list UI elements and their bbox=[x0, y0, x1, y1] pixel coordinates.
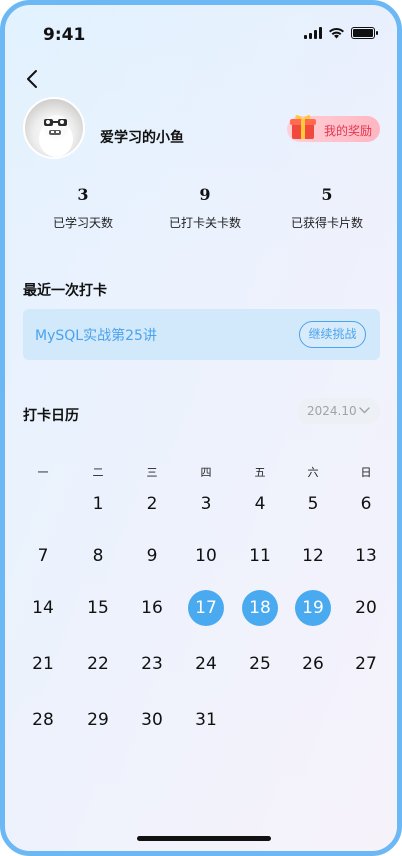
weekday-label: 二 bbox=[92, 466, 104, 479]
calendar-day[interactable]: 27 bbox=[348, 646, 384, 682]
calendar-day[interactable]: 25 bbox=[242, 646, 278, 682]
wifi-icon bbox=[329, 27, 344, 39]
weekday-label: 三 bbox=[146, 466, 158, 479]
calendar-day[interactable]: 19 bbox=[295, 590, 331, 626]
calendar-day[interactable]: 13 bbox=[348, 538, 384, 574]
weekday-label: 日 bbox=[360, 466, 372, 479]
last-checkin-card[interactable]: MySQL实战第25讲 继续挑战 bbox=[23, 309, 380, 360]
stat-value: 5 bbox=[321, 185, 333, 204]
nickname: 爱学习的小鱼 bbox=[100, 130, 184, 146]
status-time: 9:41 bbox=[43, 25, 86, 45]
calendar-day[interactable]: 28 bbox=[25, 702, 61, 738]
calendar-day[interactable]: 7 bbox=[25, 538, 61, 574]
weekday-label: 五 bbox=[254, 466, 266, 479]
chevron-down-icon bbox=[359, 407, 370, 414]
calendar-day[interactable]: 11 bbox=[242, 538, 278, 574]
calendar-day[interactable]: 8 bbox=[80, 538, 116, 574]
calendar-day[interactable]: 6 bbox=[348, 486, 384, 522]
calendar-day[interactable]: 24 bbox=[188, 646, 224, 682]
last-checkin-course: MySQL实战第25讲 bbox=[35, 328, 157, 344]
my-rewards-button[interactable]: 我的奖励 bbox=[287, 115, 380, 142]
duck-avatar-icon bbox=[39, 115, 73, 157]
home-indicator bbox=[137, 836, 271, 841]
calendar-day[interactable]: 1 bbox=[80, 486, 116, 522]
stat-label: 已打卡关卡数 bbox=[168, 216, 241, 230]
my-rewards-label: 我的奖励 bbox=[324, 124, 373, 138]
calendar-day[interactable]: 9 bbox=[134, 538, 170, 574]
calendar-day[interactable]: 4 bbox=[242, 486, 278, 522]
gift-icon bbox=[290, 115, 316, 139]
calendar-day[interactable]: 14 bbox=[25, 590, 61, 626]
stat-label: 已学习天数 bbox=[52, 216, 113, 230]
calendar-day[interactable]: 2 bbox=[134, 486, 170, 522]
month-value: 2024.10 bbox=[307, 404, 357, 418]
calendar-day[interactable]: 30 bbox=[134, 702, 170, 738]
calendar-day[interactable]: 5 bbox=[295, 486, 331, 522]
calendar-day[interactable]: 29 bbox=[80, 702, 116, 738]
month-selector[interactable]: 2024.10 bbox=[297, 398, 380, 424]
stat-value: 9 bbox=[199, 185, 211, 204]
calendar-day[interactable]: 20 bbox=[348, 590, 384, 626]
calendar-day[interactable]: 21 bbox=[25, 646, 61, 682]
continue-challenge-button[interactable]: 继续挑战 bbox=[299, 321, 366, 348]
calendar-day[interactable]: 16 bbox=[134, 590, 170, 626]
calendar-day[interactable]: 12 bbox=[295, 538, 331, 574]
stat-value: 3 bbox=[77, 185, 89, 204]
signal-icon bbox=[304, 27, 322, 39]
calendar-day[interactable]: 17 bbox=[188, 590, 224, 626]
calendar-day[interactable]: 23 bbox=[134, 646, 170, 682]
weekday-label: 一 bbox=[37, 466, 49, 479]
weekday-label: 六 bbox=[307, 466, 319, 479]
calendar-day[interactable]: 22 bbox=[80, 646, 116, 682]
calendar-day[interactable]: 3 bbox=[188, 486, 224, 522]
back-arrow-icon[interactable] bbox=[21, 67, 45, 91]
stat-study-days: 3 已学习天数 bbox=[23, 185, 143, 231]
phone-screen: 9:41 爱学习的小鱼 我的奖励 3 已学习天数 9 已打卡关卡数 5 已获得卡… bbox=[0, 0, 402, 856]
stat-cards-earned: 5 已获得卡片数 bbox=[267, 185, 387, 231]
calendar-day[interactable]: 15 bbox=[80, 590, 116, 626]
calendar-day[interactable]: 10 bbox=[188, 538, 224, 574]
calendar-title: 打卡日历 bbox=[23, 408, 79, 424]
calendar-day[interactable]: 18 bbox=[242, 590, 278, 626]
avatar[interactable] bbox=[23, 97, 85, 159]
stat-label: 已获得卡片数 bbox=[290, 216, 363, 230]
status-icons bbox=[304, 27, 378, 39]
calendar-day[interactable]: 31 bbox=[188, 702, 224, 738]
last-checkin-title: 最近一次打卡 bbox=[23, 283, 107, 299]
weekday-label: 四 bbox=[200, 466, 212, 479]
stat-checkin-levels: 9 已打卡关卡数 bbox=[145, 185, 265, 231]
calendar-day[interactable]: 26 bbox=[295, 646, 331, 682]
battery-icon bbox=[351, 27, 378, 39]
